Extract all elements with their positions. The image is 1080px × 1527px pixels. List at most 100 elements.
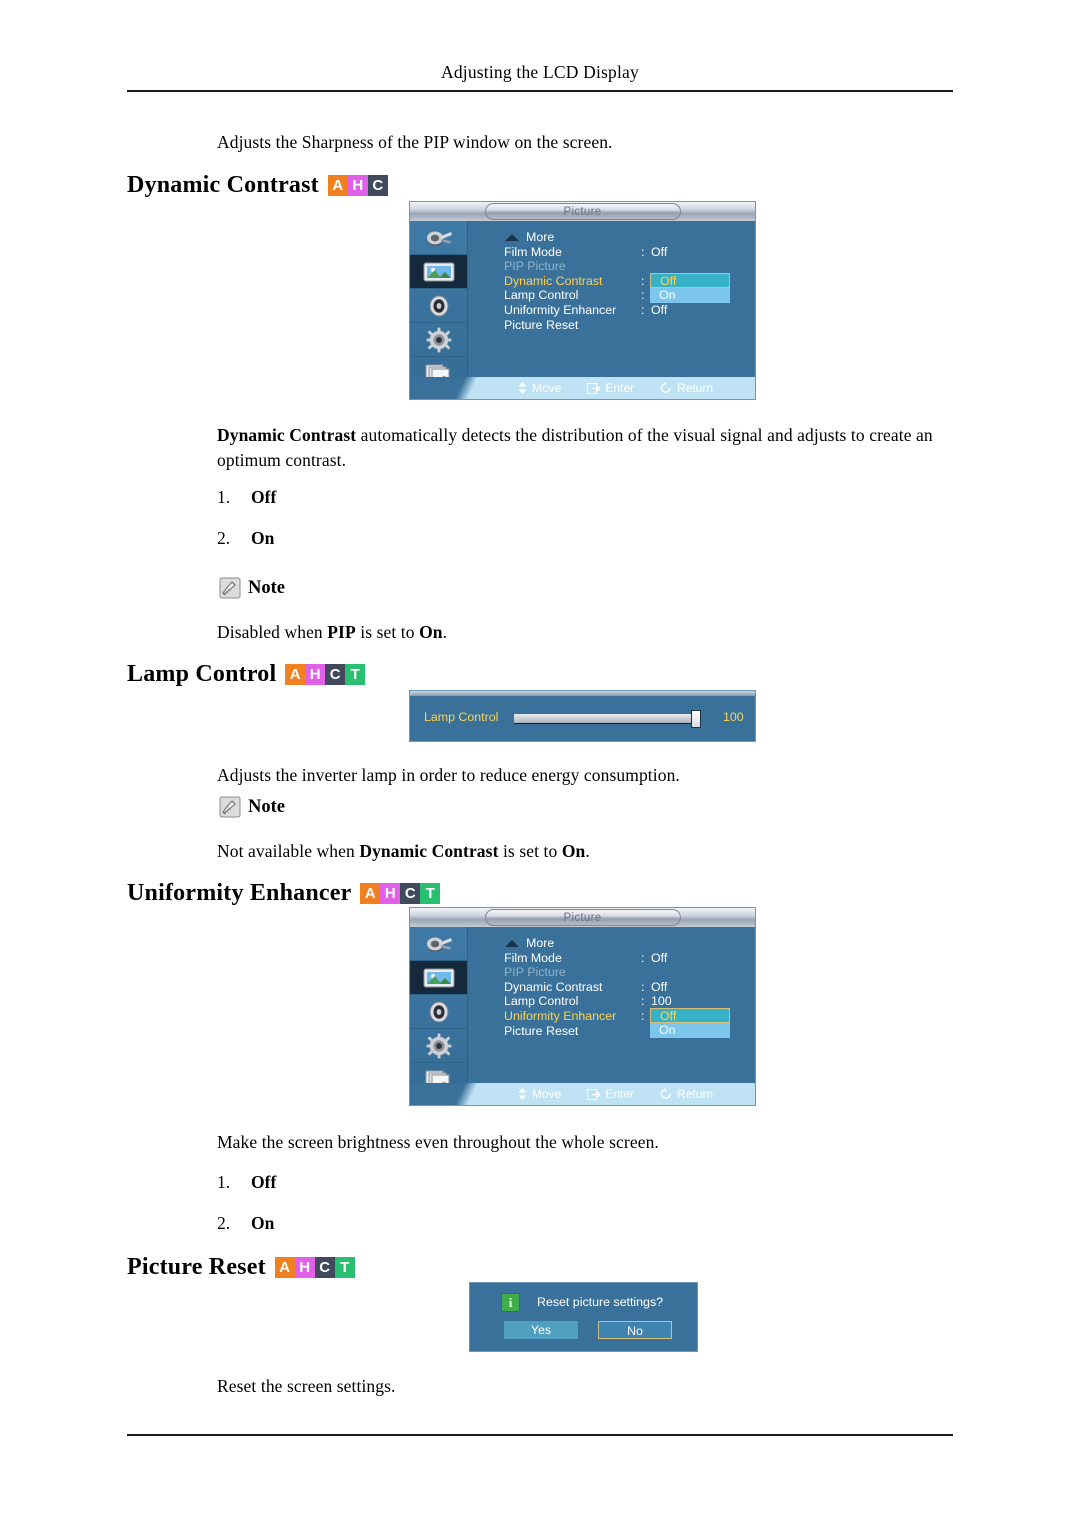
list-item-number: 1.: [217, 487, 231, 507]
osd-footer-return[interactable]: Return: [660, 1087, 713, 1101]
osd-rail-input-source-icon[interactable]: [410, 221, 467, 255]
osd-row-more[interactable]: More: [504, 936, 755, 951]
osd-row-colon: :: [641, 273, 645, 288]
osd-row-label: PIP Picture: [504, 259, 566, 274]
lamp-control-slider[interactable]: [514, 714, 698, 723]
badge-c-icon: C: [367, 175, 388, 196]
lamp-control-slider-handle[interactable]: [691, 710, 701, 728]
osd-row-label: More: [526, 230, 555, 244]
osd-row-pip-picture[interactable]: PIP Picture: [504, 965, 755, 980]
list-item: 2. On: [217, 1213, 274, 1234]
note-text-bold-1: PIP: [327, 622, 356, 642]
osd-row-label: Picture Reset: [504, 1023, 579, 1038]
osd-row-film-mode[interactable]: Film Mode : Off: [504, 245, 755, 260]
osd-screenshot-lamp-control: Lamp Control 100: [410, 691, 755, 741]
osd-footer-label: Return: [677, 381, 714, 395]
list-item-value: On: [251, 528, 275, 548]
osd-row-label: Picture Reset: [504, 317, 579, 332]
osd-dropdown-option-on[interactable]: On: [650, 1023, 730, 1038]
osd-body: More Film Mode : Off PIP Picture Dynamic…: [410, 221, 755, 391]
osd-footer-tab-shape: [410, 1083, 506, 1105]
osd-rail-sound-icon[interactable]: [410, 289, 467, 323]
osd-screenshot-dynamic-contrast: Picture More Film Mode: Off PIP Picture…: [410, 202, 755, 399]
picture-icon: [423, 968, 454, 987]
osd-rail-setup-gear-icon[interactable]: [410, 323, 467, 357]
footer-rule: [127, 1434, 953, 1436]
note-label: Note: [248, 577, 285, 598]
osd-rail-picture-icon[interactable]: [410, 961, 467, 995]
osd-titlebar: Picture: [410, 202, 755, 221]
note-text-mid: is set to: [355, 622, 420, 642]
osd-row-picture-reset[interactable]: Picture Reset: [504, 318, 755, 333]
osd-title-text: Picture: [563, 205, 602, 218]
badge-group-lamp-control: A H C T: [285, 664, 366, 685]
badge-a-icon: A: [327, 175, 348, 196]
osd-row-lamp-control[interactable]: Lamp Control : 100: [504, 994, 755, 1009]
osd-row-label: PIP Picture: [504, 965, 566, 980]
osd-row-uniformity-enhancer[interactable]: Uniformity Enhancer : Off: [504, 303, 755, 318]
osd-row-label: Dynamic Contrast: [504, 979, 603, 994]
list-item-number: 2.: [217, 528, 231, 548]
note-text-post: .: [585, 841, 590, 861]
reset-dialog-no-button[interactable]: No: [598, 1321, 672, 1339]
osd-footer-label: Return: [677, 1087, 714, 1101]
move-updown-icon: [518, 382, 527, 394]
osd-dropdown-option-on[interactable]: On: [650, 288, 730, 303]
osd-title-text: Picture: [563, 911, 602, 924]
input-source-icon: [426, 231, 452, 245]
osd-dropdown-option-off[interactable]: Off: [650, 1008, 730, 1023]
osd-row-film-mode[interactable]: Film Mode : Off: [504, 951, 755, 966]
osd-footer-label: Enter: [605, 381, 635, 395]
picture-reset-description: Reset the screen settings.: [217, 1376, 396, 1396]
enter-icon: [587, 382, 601, 394]
osd-footer-label: Move: [532, 1087, 562, 1101]
heading-picture-reset: Picture Reset A H C T: [127, 1254, 355, 1281]
osd-screenshot-uniformity-enhancer: Picture More Film Mode: Off PIP Picture…: [410, 908, 755, 1105]
heading-uniformity-enhancer: Uniformity Enhancer A H C T: [127, 880, 441, 907]
osd-rail-setup-gear-icon[interactable]: [410, 1029, 467, 1063]
osd-icon-rail: [410, 927, 468, 1097]
badge-t-icon: T: [420, 883, 441, 904]
osd-row-label: Uniformity Enhancer: [504, 302, 617, 317]
return-icon: [660, 382, 671, 393]
badge-a-icon: A: [360, 883, 381, 904]
badge-h-icon: H: [305, 664, 326, 685]
osd-row-label: More: [526, 936, 555, 950]
osd-footer-move[interactable]: Move: [518, 381, 561, 395]
note-label: Note: [248, 796, 285, 817]
note-pencil-icon: [219, 577, 241, 599]
heading-uniformity-enhancer-label: Uniformity Enhancer: [127, 880, 352, 906]
input-source-icon: [426, 937, 452, 951]
osd-row-more[interactable]: More: [504, 230, 755, 245]
lamp-control-note-text: Not available when Dynamic Contrast is s…: [217, 839, 957, 864]
note-marker: Note: [219, 796, 285, 818]
osd-title-pill: Picture: [484, 203, 681, 220]
osd-rail-input-source-icon[interactable]: [410, 927, 467, 961]
osd-row-dynamic-contrast[interactable]: Dynamic Contrast : Off: [504, 980, 755, 995]
sound-icon: [429, 295, 448, 316]
osd-row-pip-picture[interactable]: PIP Picture: [504, 259, 755, 274]
osd-icon-rail: [410, 221, 468, 391]
list-item: 1. Off: [217, 1172, 276, 1193]
osd-footer-move[interactable]: Move: [518, 1087, 561, 1101]
osd-footer-return[interactable]: Return: [660, 381, 713, 395]
osd-footer-enter[interactable]: Enter: [587, 1087, 634, 1101]
note-text-post: .: [442, 622, 448, 642]
reset-dialog-message: Reset picture settings?: [537, 1295, 664, 1309]
osd-dropdown-option-off[interactable]: Off: [650, 273, 730, 288]
uniformity-enhancer-description: Make the screen brightness even througho…: [217, 1132, 659, 1152]
running-head: Adjusting the LCD Display: [441, 62, 639, 82]
enter-icon: [587, 1088, 601, 1100]
osd-menu-list: More Film Mode : Off PIP Picture Dynamic…: [468, 221, 755, 377]
osd-footer-enter[interactable]: Enter: [587, 381, 634, 395]
badge-a-icon: A: [285, 664, 306, 685]
reset-dialog-yes-button[interactable]: Yes: [504, 1321, 578, 1339]
list-item-number: 1.: [217, 1172, 231, 1192]
lamp-widget-body: Lamp Control 100: [410, 696, 755, 741]
osd-rail-picture-icon[interactable]: [410, 255, 467, 289]
heading-lamp-control: Lamp Control A H C T: [127, 661, 366, 688]
info-icon: i: [501, 1293, 520, 1312]
osd-row-value: Off: [651, 244, 668, 259]
badge-h-icon: H: [347, 175, 368, 196]
osd-rail-sound-icon[interactable]: [410, 995, 467, 1029]
